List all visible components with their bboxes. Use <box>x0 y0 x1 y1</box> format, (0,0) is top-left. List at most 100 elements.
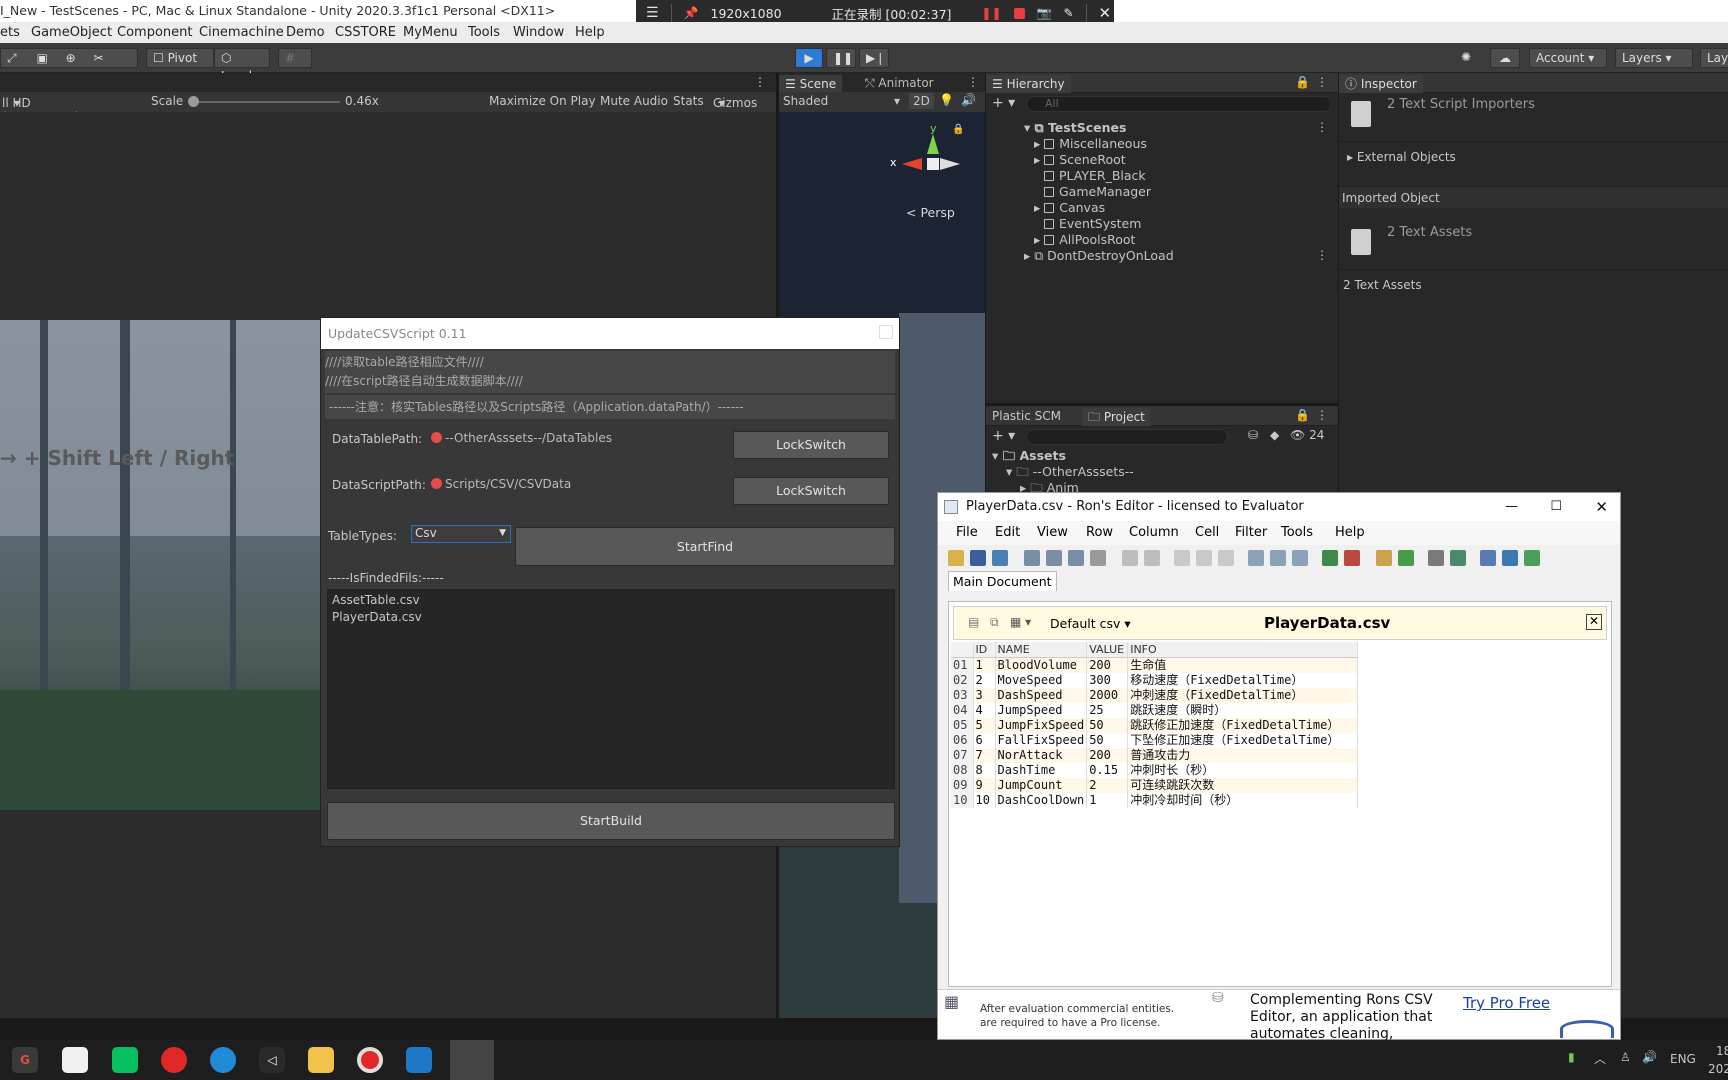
menu-assets[interactable]: ets <box>0 25 20 40</box>
cell[interactable]: 下坠修正加速度（FixedDetalTime） <box>1127 733 1359 748</box>
script-path-field[interactable]: Scripts/CSV/CSVData <box>431 477 571 491</box>
menu-gameobject[interactable]: GameObject <box>31 25 112 40</box>
scale-tool-icon[interactable]: ▣ <box>36 51 47 65</box>
grid-snap-icon[interactable]: # <box>278 48 312 68</box>
kebab-menu-icon[interactable]: ⋮ <box>1316 248 1328 262</box>
open-icon[interactable] <box>948 550 964 566</box>
clock-time[interactable]: 18 <box>1716 1044 1728 1058</box>
volume-icon[interactable]: 🔊 <box>1642 1050 1657 1064</box>
project-assets-folder[interactable]: ▾ 🗀 Assets <box>992 448 1066 464</box>
try-pro-link[interactable]: Try Pro Free <box>1463 994 1550 1012</box>
filter-label-icon[interactable]: ◆ <box>1270 428 1279 442</box>
table-row[interactable]: 08 8 DashTime 0.15 冲刺时长（秒） <box>951 763 1359 778</box>
cell[interactable]: 300 <box>1086 673 1129 688</box>
layers-dropdown[interactable]: Layers ▾ <box>1615 48 1693 68</box>
persp-label[interactable]: < Persp <box>906 205 955 220</box>
cell[interactable]: JumpFixSpeed <box>995 718 1088 733</box>
delete-icon[interactable] <box>1090 550 1106 566</box>
kebab-menu-icon[interactable]: ⋮ <box>967 75 979 89</box>
collab-icon[interactable]: ✺ <box>1452 48 1480 68</box>
undo-icon[interactable] <box>1122 550 1138 566</box>
gizmo-center[interactable] <box>927 158 939 170</box>
tab-project[interactable]: 🗀 Project <box>1082 408 1151 426</box>
cell[interactable]: 2 <box>973 673 996 688</box>
clock-date[interactable]: 202 <box>1708 1062 1728 1076</box>
hierarchy-item[interactable]: PLAYER_Black <box>1044 168 1146 184</box>
print-icon[interactable] <box>1428 550 1444 566</box>
scene-gizmo[interactable]: y x 🔒 <box>890 122 964 202</box>
edge-icon[interactable] <box>210 1047 236 1073</box>
save-icon[interactable] <box>970 550 986 566</box>
maximize-on-play-toggle[interactable]: Maximize On Play <box>489 94 596 108</box>
lighting-icon[interactable]: 💡 <box>939 93 954 107</box>
cell[interactable]: 8 <box>973 763 996 778</box>
cell[interactable]: 4 <box>973 703 996 718</box>
list-item[interactable]: AssetTable.csv <box>328 590 894 610</box>
project-folder[interactable]: ▾ 🗀 --OtherAsssets-- <box>1006 464 1134 480</box>
globe-tool-icon[interactable]: ⊕ <box>66 51 76 65</box>
tab-scene[interactable]: ☰ Scene <box>779 75 843 93</box>
pin-icon[interactable]: 📌 <box>684 6 699 20</box>
rect-tool-icon[interactable]: ⤢ <box>7 51 17 65</box>
zoom-out-icon[interactable] <box>1344 550 1360 566</box>
close-icon[interactable]: ✕ <box>1595 493 1608 521</box>
lock-icon[interactable]: 🔒 <box>1295 75 1310 89</box>
audio-icon[interactable]: 🔊 <box>961 93 976 107</box>
edit-icon[interactable] <box>1376 550 1392 566</box>
table-row[interactable]: 04 4 JumpSpeed 25 跳跃速度（瞬时） <box>951 703 1359 718</box>
cell[interactable]: DashCoolDown <box>995 793 1088 808</box>
mute-audio-toggle[interactable]: Mute Audio <box>600 94 668 108</box>
menu-demo[interactable]: Demo <box>286 25 325 40</box>
list-item[interactable]: PlayerData.csv <box>328 610 894 630</box>
cell[interactable]: JumpCount <box>995 778 1088 793</box>
local-toggle[interactable]: ⬡ Local <box>214 48 270 83</box>
tab-inspector[interactable]: ⓘ Inspector <box>1339 75 1423 93</box>
custom-tool-icon[interactable]: ✂ <box>94 51 104 65</box>
cell[interactable]: 25 <box>1086 703 1129 718</box>
table-row[interactable]: 05 5 JumpFixSpeed 50 跳跃修正加速度（FixedDetalTime） <box>951 718 1359 733</box>
column-header[interactable]: VALUE <box>1086 642 1129 658</box>
table-lock-switch-button[interactable]: LockSwitch <box>733 431 889 459</box>
transform-tools[interactable]: ⤢ ▣ ⊕ ✂ <box>0 48 138 68</box>
cell[interactable]: 0.15 <box>1086 763 1129 778</box>
table-row[interactable]: 09 9 JumpCount 2 可连续跳跃次数 <box>951 778 1359 793</box>
menu-mymenu[interactable]: MyMenu <box>403 25 458 40</box>
column-header[interactable]: ID <box>973 642 996 658</box>
table-row[interactable]: 06 6 FallFixSpeed 50 下坠修正加速度（FixedDetalTime） <box>951 733 1359 748</box>
kebab-menu-icon[interactable]: ⋮ <box>1316 408 1328 422</box>
export-icon[interactable] <box>1398 550 1414 566</box>
close-document-icon[interactable]: ✕ <box>1586 614 1602 630</box>
cell[interactable]: 跳跃修正加速度（FixedDetalTime） <box>1127 718 1359 733</box>
camera-icon[interactable]: 📷 <box>1037 6 1052 20</box>
hidden-packages-toggle[interactable]: 👁 24 <box>1290 428 1324 442</box>
hierarchy-item[interactable]: ▸ SceneRoot <box>1034 152 1126 168</box>
cell[interactable]: 冲刺冷却时间（秒） <box>1127 793 1359 808</box>
cell[interactable]: 7 <box>973 748 996 763</box>
csv-menu-row[interactable]: Row <box>1086 525 1113 540</box>
tab-plastic-scm[interactable]: Plastic SCM <box>992 409 1061 423</box>
wechat-icon[interactable] <box>112 1047 138 1073</box>
column-header[interactable]: INFO <box>1127 642 1359 658</box>
lock-icon[interactable]: 🔒 <box>1295 408 1310 422</box>
menu-icon[interactable]: ☰ <box>646 5 659 21</box>
table-row[interactable]: 10 10 DashCoolDown 1 冲刺冷却时间（秒） <box>951 793 1359 808</box>
table-row[interactable]: 02 2 MoveSpeed 300 移动速度（FixedDetalTime） <box>951 673 1359 688</box>
gizmo-y-arrow[interactable] <box>927 134 939 154</box>
cell[interactable]: 1 <box>1086 793 1129 808</box>
properties-icon[interactable]: ▤ <box>968 615 979 629</box>
cell[interactable]: 可连续跳跃次数 <box>1127 778 1359 793</box>
toggle-2d[interactable]: 2D <box>909 93 934 109</box>
layout-dropdown[interactable]: Lay <box>1700 48 1728 68</box>
pause-record-icon[interactable]: ❚❚ <box>981 6 1001 20</box>
unity-icon[interactable]: ◁ <box>259 1047 285 1073</box>
cell[interactable]: 5 <box>973 718 996 733</box>
grid-icon[interactable] <box>1068 550 1084 566</box>
column-header[interactable]: NAME <box>995 642 1088 658</box>
csv-editor-task[interactable] <box>450 1040 494 1080</box>
csv-menu-column[interactable]: Column <box>1129 525 1179 540</box>
tab-hierarchy[interactable]: ☰ Hierarchy <box>986 75 1071 93</box>
cell[interactable]: 10 <box>973 793 996 808</box>
tab-main-document[interactable]: Main Document <box>948 571 1057 591</box>
autofit-icon[interactable] <box>1292 550 1308 566</box>
redo-icon[interactable] <box>1144 550 1160 566</box>
